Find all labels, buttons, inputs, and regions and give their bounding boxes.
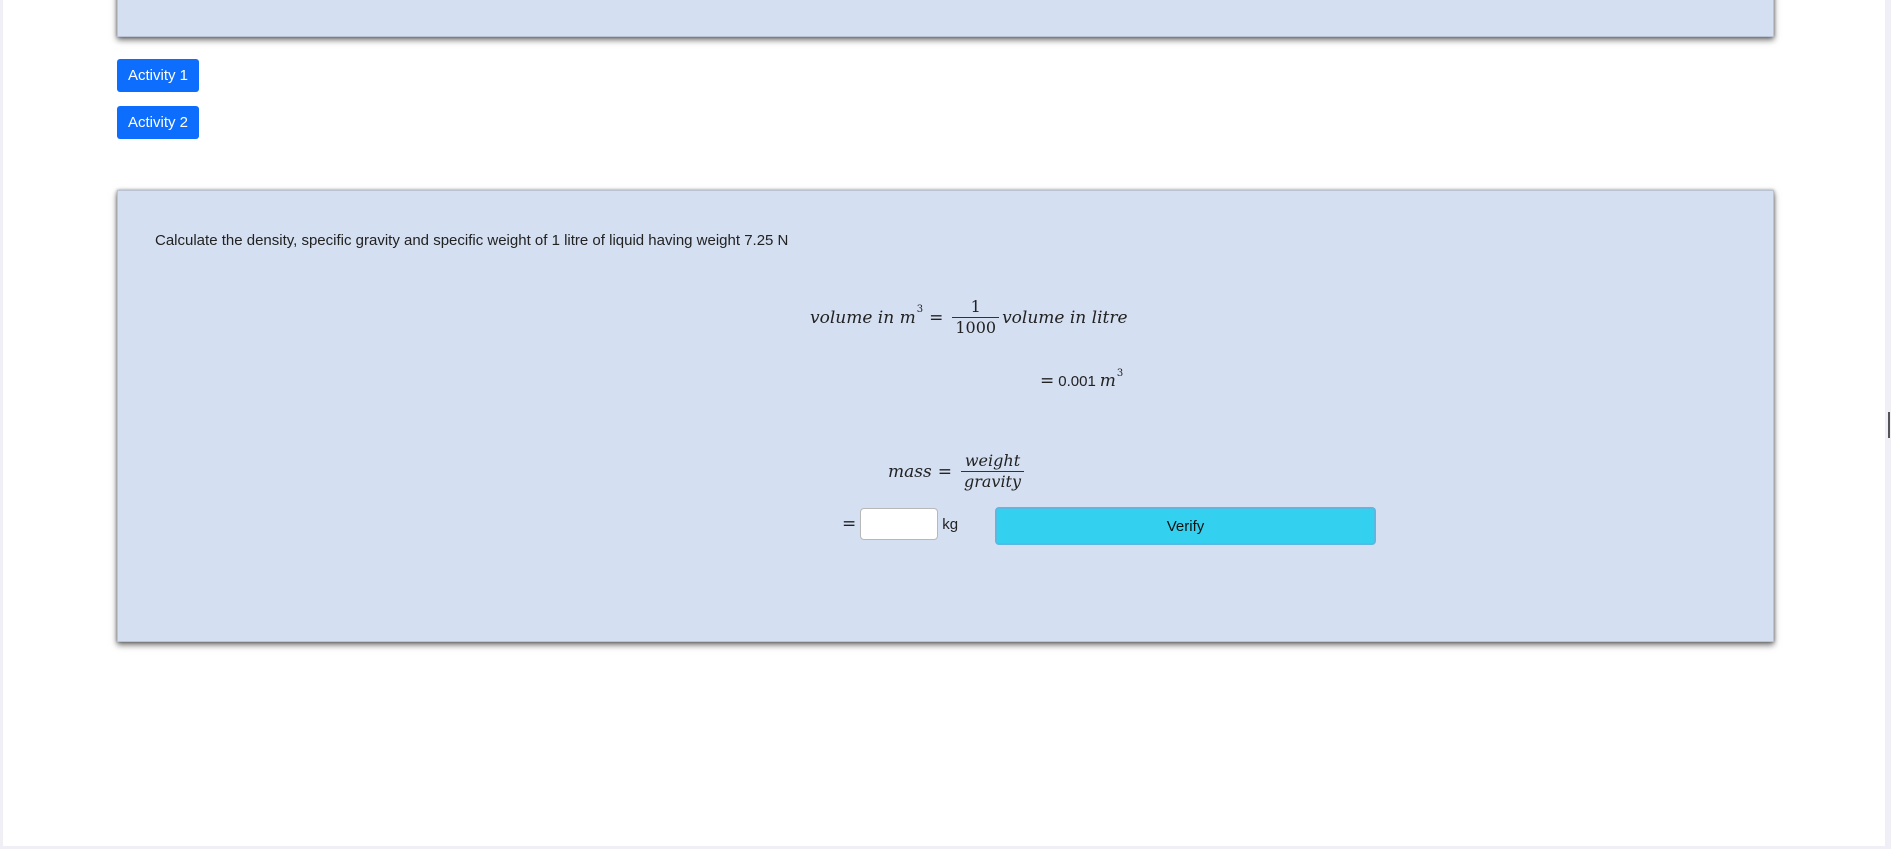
volume-result-unit: m	[1099, 371, 1116, 391]
activity-2-button[interactable]: Activity 2	[117, 106, 200, 139]
volume-formula: volume in m3 = 1 1000 volume in litre	[810, 297, 1128, 338]
volume-result-unit-exponent: 3	[1116, 367, 1124, 379]
question-text: Calculate the density, specific gravity …	[155, 232, 789, 249]
volume-result-value: 0.001	[1058, 372, 1096, 390]
volume-fraction-denominator: 1000	[952, 317, 1000, 338]
mass-formula-equals: =	[937, 461, 952, 482]
scroll-edge-marker	[1888, 412, 1890, 438]
mass-fraction-numerator: weight	[964, 451, 1021, 470]
activity-1-button[interactable]: Activity 1	[117, 59, 200, 92]
mass-answer-input[interactable]	[860, 508, 939, 540]
mass-fraction-denominator: gravity	[960, 471, 1025, 492]
previous-panel	[117, 0, 1774, 37]
mass-formula: mass = weight gravity	[888, 451, 1027, 492]
volume-result: = 0.001 m3	[1040, 367, 1124, 392]
activity-panel: Calculate the density, specific gravity …	[117, 190, 1774, 642]
mass-fraction: weight gravity	[960, 451, 1025, 492]
volume-formula-lhs-exponent: 3	[916, 304, 924, 315]
mass-answer-equals: =	[842, 514, 857, 534]
mass-answer-unit: kg	[942, 515, 959, 533]
volume-formula-rhs: volume in litre	[1002, 307, 1128, 328]
mass-formula-lhs: mass	[888, 461, 932, 482]
mass-answer-row: = kg	[842, 508, 958, 540]
volume-fraction: 1 1000	[952, 297, 1000, 338]
volume-formula-equals: =	[929, 307, 944, 328]
volume-formula-lhs: volume in m	[810, 307, 916, 328]
volume-fraction-numerator: 1	[970, 297, 981, 316]
page: Activity 1 Activity 2 Calculate the dens…	[3, 0, 1885, 846]
volume-result-equals: =	[1040, 371, 1055, 391]
verify-button[interactable]: Verify	[995, 507, 1376, 545]
